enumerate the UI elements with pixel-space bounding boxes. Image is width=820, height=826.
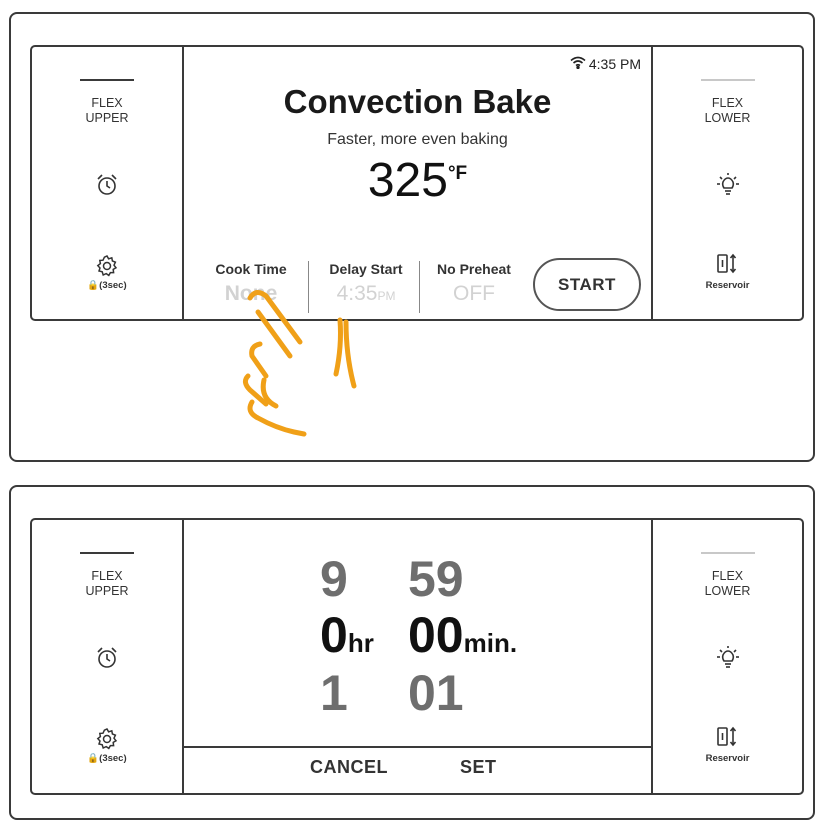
gear-icon[interactable] [95,727,119,751]
minutes-unit: min. [463,628,518,658]
delay-start-suffix: PM [377,289,396,303]
cancel-button[interactable]: CANCEL [310,757,388,778]
reservoir-icon[interactable] [715,725,741,749]
cook-time-picker[interactable]: 9 59 0hr 00min. 1 01 [184,520,651,745]
flex-lower-indicator [700,79,755,81]
left-side-controls: FLEX UPPER 🔒(3sec) [32,520,184,793]
status-bar: 4:35 PM [570,56,641,72]
hours-current[interactable]: 0hr [320,606,374,664]
clock-time: 4:35 PM [588,56,641,72]
no-preheat-value: OFF [453,282,495,305]
bottom-display-screen: 9 59 0hr 00min. 1 01 CANCEL SET [184,520,651,793]
right-side-controls: FLEX LOWER Reservoir [651,520,802,793]
flex-upper-indicator [80,79,134,81]
flex-upper-button[interactable]: FLEX UPPER [32,96,182,126]
minutes-value: 00 [408,607,464,663]
top-display-screen: 4:35 PM Convection Bake Faster, more eve… [184,47,651,319]
minutes-current[interactable]: 00min. [408,606,517,664]
hours-next[interactable]: 1 [320,664,348,722]
reservoir-label: Reservoir [705,280,750,291]
reservoir-label: Reservoir [705,753,750,764]
hours-prev[interactable]: 9 [320,550,348,608]
minutes-next[interactable]: 01 [408,664,464,722]
wifi-icon [570,56,586,72]
mode-subtitle: Faster, more even baking [327,131,508,148]
temperature-value: 325 [367,154,448,207]
mode-title: Convection Bake [283,83,552,120]
action-bar: CANCEL SET [184,746,651,793]
top-control-panel: FLEX UPPER 🔒(3sec) 4:35 PM Convection Ba… [30,45,804,321]
reservoir-icon[interactable] [715,252,741,276]
bottom-control-panel: FLEX UPPER 🔒(3sec) 9 59 0hr 00min. 1 01 [30,518,804,795]
right-side-controls: FLEX LOWER Reservoir [651,47,802,319]
temperature-unit: °F [447,163,468,184]
lock-3sec-label: 🔒(3sec) [87,280,127,291]
hours-value: 0 [320,607,348,663]
alarm-clock-icon[interactable] [94,172,120,198]
no-preheat-option[interactable]: No Preheat OFF [430,261,518,306]
flex-lower-button[interactable]: FLEX LOWER [653,569,802,599]
left-side-controls: FLEX UPPER 🔒(3sec) [32,47,184,319]
flex-lower-indicator [700,552,755,554]
light-bulb-icon[interactable] [714,645,742,673]
alarm-clock-icon[interactable] [94,645,120,671]
hand-pointer-icon [236,282,364,447]
gear-icon[interactable] [95,254,119,278]
hours-unit: hr [347,628,374,658]
lock-3sec-label: 🔒(3sec) [87,753,127,764]
light-bulb-icon[interactable] [714,172,742,200]
flex-lower-button[interactable]: FLEX LOWER [653,96,802,126]
cook-time-label: Cook Time [215,261,287,277]
flex-upper-indicator [80,552,134,554]
delay-start-label: Delay Start [329,261,403,277]
flex-upper-button[interactable]: FLEX UPPER [32,569,182,599]
minutes-prev[interactable]: 59 [408,550,464,608]
start-button[interactable]: START [533,258,641,311]
no-preheat-label: No Preheat [437,261,511,277]
option-divider [419,261,420,313]
temperature-readout[interactable]: 325°F [184,153,651,208]
set-button[interactable]: SET [460,757,497,778]
